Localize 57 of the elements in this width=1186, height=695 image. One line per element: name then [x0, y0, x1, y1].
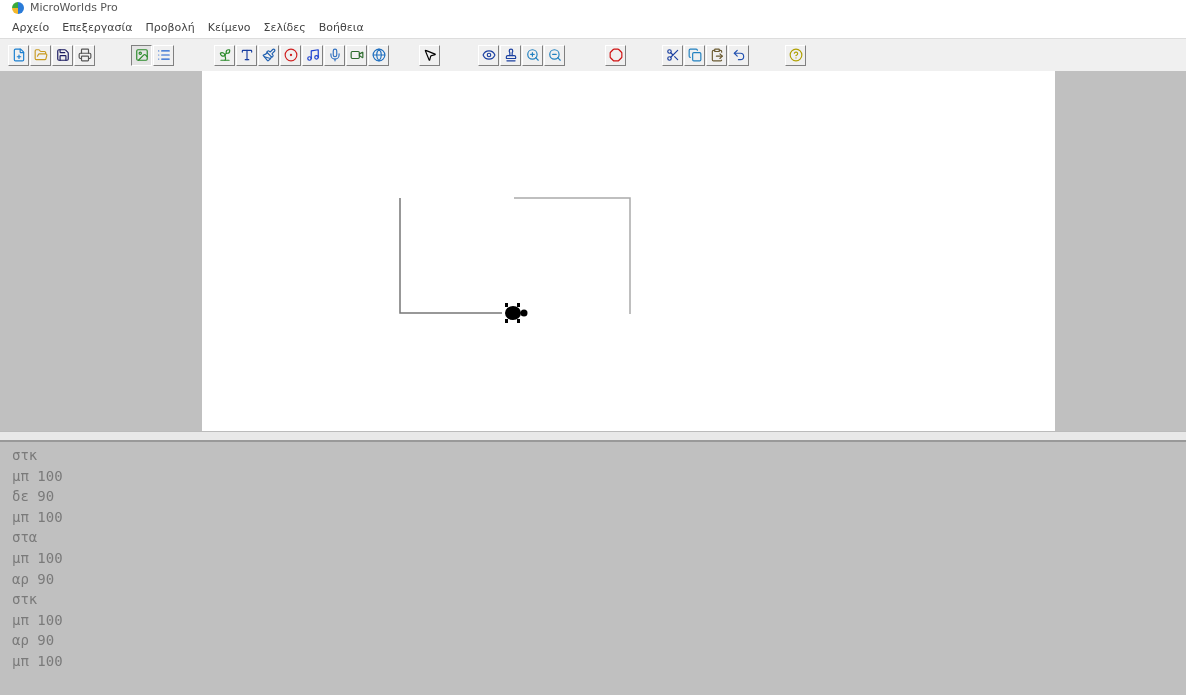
toolbar-button[interactable]	[706, 44, 727, 66]
menu-item[interactable]: Προβολή	[145, 20, 195, 34]
toolbar-button[interactable]	[728, 44, 749, 66]
toolbar-button[interactable]	[302, 44, 323, 66]
copy-icon	[687, 48, 702, 62]
view-toggle-button[interactable]	[131, 44, 152, 66]
pointer-icon	[422, 48, 437, 62]
toolbar-button[interactable]	[500, 44, 521, 66]
save-icon	[55, 48, 70, 62]
printer-icon	[77, 48, 92, 62]
paste-icon	[709, 48, 724, 62]
menu-item[interactable]: Βοήθεια	[318, 20, 364, 34]
help-icon	[788, 48, 803, 62]
toolbar-button[interactable]	[346, 44, 367, 66]
stop-sign-icon	[608, 48, 623, 62]
music-note-icon	[305, 48, 320, 62]
stamp-icon	[503, 48, 518, 62]
command-line: μπ 100	[12, 548, 64, 568]
toolbar-button[interactable]	[478, 44, 499, 66]
menu-item[interactable]: Σελίδες	[263, 20, 306, 34]
eye-icon	[481, 48, 496, 62]
command-line: μπ 100	[12, 466, 64, 486]
turtle-icon	[505, 303, 528, 323]
globe-icon	[371, 48, 386, 62]
app-logo-icon	[12, 2, 24, 14]
paintbrush-icon	[261, 48, 276, 62]
plant-icon	[217, 48, 232, 62]
command-line: αρ 90	[12, 569, 56, 589]
toolbar-button[interactable]	[74, 44, 95, 66]
command-line: μπ 100	[12, 651, 64, 671]
menu-item[interactable]: Αρχείο	[12, 20, 50, 34]
list-icon	[156, 48, 171, 62]
command-line: στκ	[12, 446, 39, 465]
folder-icon	[33, 48, 48, 62]
toolbar-button[interactable]	[419, 44, 440, 66]
microphone-icon	[327, 48, 342, 62]
zoom-in-icon	[525, 48, 540, 62]
picture-icon	[134, 48, 149, 62]
scissors-icon	[665, 48, 680, 62]
record-icon	[283, 48, 298, 62]
menu-item[interactable]: Επεξεργασία	[62, 20, 133, 34]
text-box-icon	[239, 48, 254, 62]
command-line: μπ 100	[12, 610, 64, 630]
video-camera-icon	[349, 48, 364, 62]
toolbar-button[interactable]	[52, 44, 73, 66]
toolbar-button[interactable]	[236, 44, 257, 66]
zoom-out-icon	[547, 48, 562, 62]
window-title: MicroWorlds Pro	[30, 2, 118, 14]
command-line: στα	[12, 528, 39, 548]
new-file-icon	[11, 48, 26, 62]
command-line: δε 90	[12, 487, 56, 507]
menu-item[interactable]: Κείμενο	[207, 20, 251, 34]
toolbar-button[interactable]	[662, 44, 683, 66]
command-line: αρ 90	[12, 631, 56, 651]
command-line: μπ 100	[12, 507, 64, 527]
undo-icon	[731, 48, 746, 62]
command-line: στκ	[12, 590, 39, 610]
